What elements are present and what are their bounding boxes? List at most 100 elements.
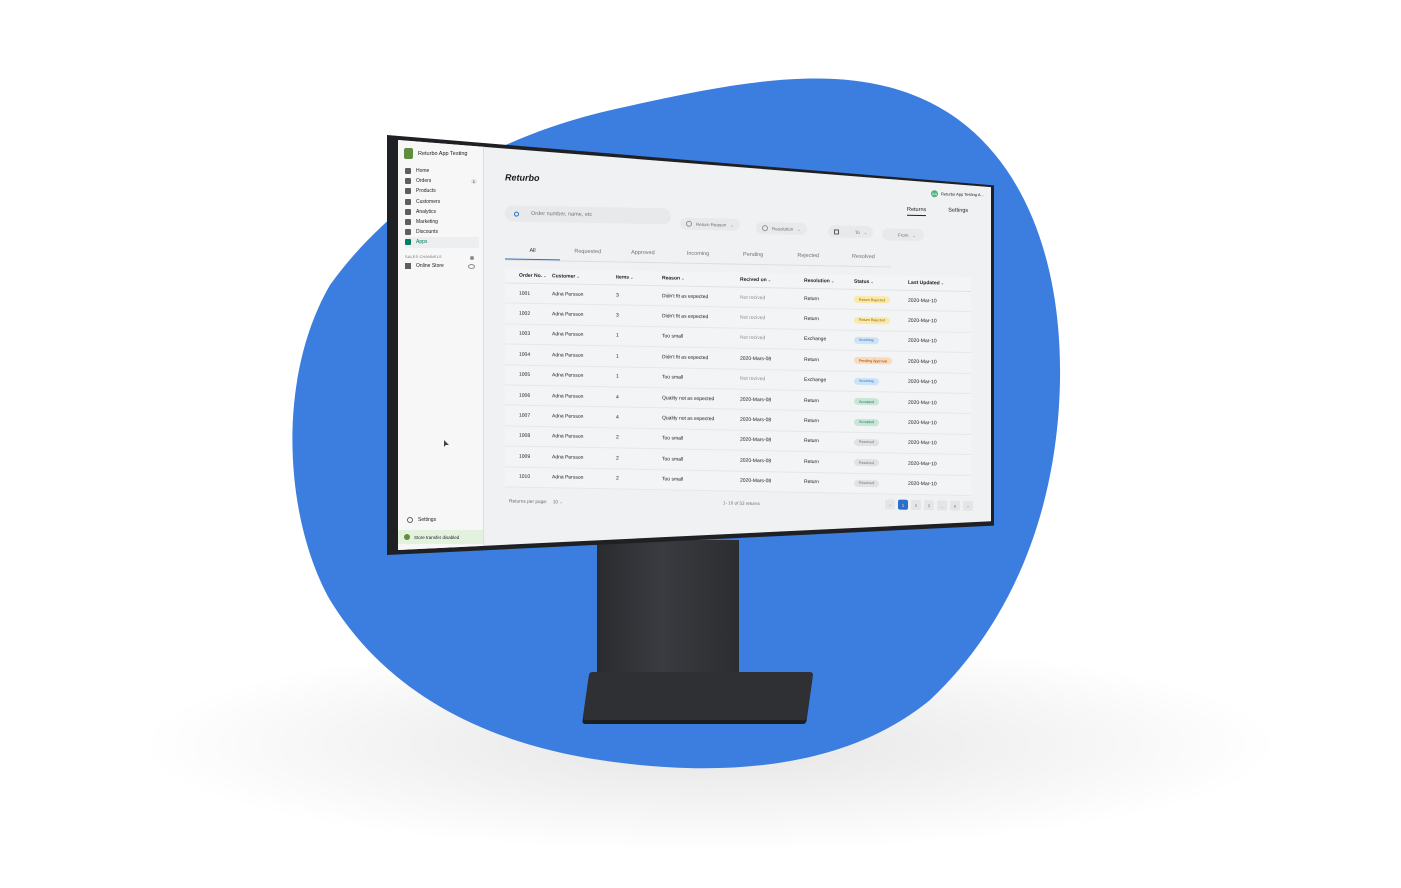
column-header[interactable]: Recived on ⌄ [740, 277, 804, 284]
column-header[interactable]: Customer ⌄ [552, 273, 616, 280]
sidebar-item-apps[interactable]: Apps [405, 237, 479, 248]
tag-icon [405, 188, 411, 195]
cell-text: Not recived [740, 335, 766, 342]
cell-text: 2020-Mars-08 [740, 416, 772, 424]
cell-order: 1001 [505, 290, 552, 297]
column-header[interactable]: Status ⌄ [854, 279, 908, 286]
return-reason-filter[interactable]: Return Reason ⌄ [680, 217, 740, 231]
tab-incoming[interactable]: Incoming [670, 248, 725, 263]
next-page-button[interactable]: › [963, 500, 973, 511]
sidebar-item-customers[interactable]: Customers [405, 197, 479, 207]
column-header[interactable]: Last Updated ⌄ [908, 280, 966, 287]
discount-icon [405, 229, 411, 236]
page-button[interactable]: 3 [924, 500, 934, 511]
cell-text: 4 [616, 394, 619, 401]
tab-settings[interactable]: Settings [948, 208, 968, 217]
add-channel-icon[interactable] [470, 256, 474, 260]
user-menu[interactable]: RA Returbo App Testing A... [931, 190, 984, 198]
search-input[interactable] [529, 209, 653, 221]
cell-text: Didn't fit as expected [662, 292, 709, 300]
column-header-label: Order No. [519, 272, 543, 280]
cell-items: 3 [616, 313, 662, 320]
cell-customer: Adna Persson [552, 454, 616, 461]
page-button[interactable]: 1 [898, 499, 908, 510]
tab-all[interactable]: All [505, 245, 561, 261]
sidebar-item-analytics[interactable]: Analytics [405, 207, 479, 217]
date-from-filter[interactable]: From ⌄ [882, 228, 924, 242]
cell-received: 2020-Mars-08 [740, 458, 804, 465]
monitor-stand-neck [597, 540, 739, 690]
tab-rejected[interactable]: Rejected [781, 250, 836, 265]
resolution-filter[interactable]: Resolution ⌄ [756, 222, 807, 235]
cell-text: 1008 [519, 433, 531, 440]
sidebar-item-orders[interactable]: Orders 1 [405, 176, 479, 186]
home-icon [405, 168, 411, 175]
sidebar-item-label: Home [416, 168, 430, 175]
cell-text: Adna Persson [552, 413, 584, 420]
cell-customer: Adna Persson [552, 352, 616, 359]
status-badge: Resolved [854, 479, 879, 487]
settings-label: Settings [418, 517, 437, 523]
sidebar-item-settings[interactable]: Settings [407, 517, 436, 523]
cell-text: 1002 [519, 310, 531, 317]
cell-text: Adna Persson [552, 474, 584, 482]
column-header[interactable]: Reason ⌄ [662, 275, 740, 282]
cell-reason: Too small [662, 436, 740, 443]
date-to-filter[interactable]: To ⌄ [828, 225, 874, 239]
page-button[interactable]: 2 [911, 499, 921, 511]
cell-text: Too small [662, 333, 684, 341]
cell-reason: Didn't fit as expected [662, 354, 740, 361]
cell-text: Return [804, 397, 820, 404]
status-badge: Return Rejected [854, 295, 890, 304]
cell-status: Return Rejected [854, 316, 908, 325]
cell-text: Not recived [740, 294, 766, 301]
cell-status: Resolved [854, 479, 908, 488]
page-button[interactable]: 6 [950, 500, 960, 511]
sidebar-item-online-store[interactable]: Online Store [405, 263, 475, 269]
cell-text: Return [804, 417, 820, 425]
column-header[interactable]: Resolution ⌄ [804, 278, 854, 285]
cell-customer: Adna Persson [552, 373, 616, 380]
per-page-control[interactable]: Returns per page: 10 ⌄ [509, 498, 563, 505]
status-tabs: All Requested Approved Incoming Pending Rejec… [505, 245, 891, 268]
cell-status: Resolved [854, 459, 908, 467]
cell-text: Exchange [804, 377, 827, 384]
sidebar-item-discounts[interactable]: Discounts [405, 227, 479, 237]
cell-updated: 2020-Mar-10 [908, 461, 966, 468]
prev-page-button[interactable]: ‹ [885, 499, 895, 510]
eye-icon[interactable] [468, 263, 475, 269]
tab-approved[interactable]: Approved [615, 247, 670, 262]
chevron-down-icon: ⌄ [542, 273, 547, 279]
sidebar-item-home[interactable]: Home [405, 166, 479, 176]
cell-text: Too small [662, 435, 684, 443]
tab-resolved[interactable]: Resolved [836, 251, 891, 266]
cell-text: Too small [662, 374, 684, 381]
cell-text: Adna Persson [552, 290, 584, 298]
sidebar-item-products[interactable]: Products [405, 186, 479, 196]
tab-returns[interactable]: Returns [907, 206, 927, 217]
column-header[interactable]: Order No. ⌄ [505, 272, 552, 279]
cell-text: 2020-Mars-08 [740, 396, 772, 403]
chevron-down-icon: ⌄ [797, 226, 801, 232]
cell-received: 2020-Mars-08 [740, 396, 804, 403]
sidebar-item-marketing[interactable]: Marketing [405, 217, 479, 227]
cell-customer: Adna Persson [552, 413, 616, 420]
cell-received: 2020-Mars-08 [740, 437, 804, 444]
column-header[interactable]: Items ⌄ [616, 274, 662, 281]
chevron-down-icon: ⌄ [869, 279, 874, 285]
sidebar-item-label: Customers [416, 198, 441, 205]
tab-requested[interactable]: Requested [560, 246, 615, 261]
cell-items: 1 [616, 353, 662, 360]
tab-pending[interactable]: Pending [726, 249, 781, 264]
cell-text: 1 [616, 373, 619, 380]
cell-text: Return [804, 356, 820, 364]
store-header[interactable]: Returbo App Testing [404, 148, 467, 159]
cell-text: 1007 [519, 412, 531, 419]
cell-text: 1005 [519, 371, 531, 379]
cell-items: 4 [616, 414, 662, 421]
search-bar[interactable] [505, 205, 671, 225]
page-button[interactable]: ... [937, 500, 947, 511]
per-page-value: 10 [552, 500, 559, 506]
user-name: Returbo App Testing A... [941, 191, 984, 198]
search-icon [514, 211, 519, 217]
